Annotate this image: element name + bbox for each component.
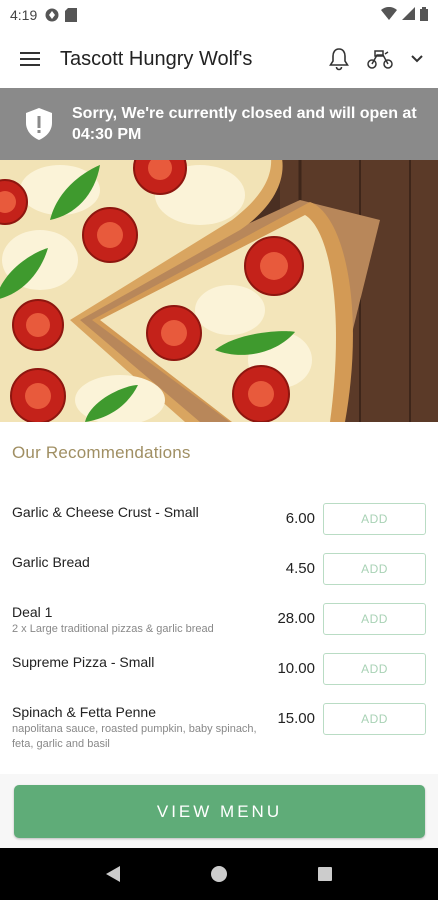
list-item: Spinach & Fetta Penne napolitana sauce, …	[0, 700, 438, 750]
view-menu-button[interactable]: VIEW MENU	[14, 785, 425, 838]
item-price: 15.00	[277, 710, 315, 727]
shield-alert-icon	[24, 107, 54, 141]
add-button[interactable]: ADD	[323, 503, 426, 535]
status-right	[381, 6, 428, 24]
list-item: Garlic & Cheese Crust - Small 6.00 ADD	[0, 500, 438, 550]
store-closed-banner: Sorry, We're currently closed and will o…	[0, 88, 438, 160]
item-name: Spinach & Fetta Penne	[12, 704, 156, 720]
recommendations-list: Garlic & Cheese Crust - Small 6.00 ADD G…	[0, 500, 438, 750]
item-price: 10.00	[277, 660, 315, 677]
item-description: napolitana sauce, roasted pumpkin, baby …	[12, 723, 257, 750]
item-description: 2 x Large traditional pizzas & garlic br…	[12, 623, 214, 635]
item-name: Deal 1	[12, 604, 53, 620]
add-button[interactable]: ADD	[323, 603, 426, 635]
bell-icon[interactable]	[328, 47, 350, 71]
item-name: Garlic Bread	[12, 554, 90, 570]
store-title: Tascott Hungry Wolf's	[60, 47, 253, 70]
item-price: 4.50	[285, 560, 315, 577]
system-nav-bar	[0, 848, 438, 900]
app-bar-actions	[328, 47, 424, 71]
home-icon[interactable]	[199, 854, 239, 894]
item-name: Garlic & Cheese Crust - Small	[12, 504, 199, 520]
item-price: 6.00	[285, 510, 315, 527]
closed-message: Sorry, We're currently closed and will o…	[72, 105, 417, 143]
battery-icon	[420, 6, 428, 24]
add-button[interactable]: ADD	[323, 703, 426, 735]
recommendations-title: Our Recommendations	[12, 443, 191, 462]
status-time: 4:19	[10, 7, 38, 23]
add-button[interactable]: ADD	[323, 553, 426, 585]
list-item: Supreme Pizza - Small 10.00 ADD	[0, 650, 438, 700]
sd-card-icon	[65, 8, 79, 22]
add-button[interactable]: ADD	[323, 653, 426, 685]
list-item: Garlic Bread 4.50 ADD	[0, 550, 438, 600]
item-price: 28.00	[277, 610, 315, 627]
signal-icon	[402, 7, 415, 23]
app-notification-icon	[45, 8, 59, 22]
delivery-scooter-icon[interactable]	[366, 48, 394, 70]
pizza-hero-image	[0, 160, 438, 422]
back-icon[interactable]	[93, 854, 133, 894]
app-bar: Tascott Hungry Wolf's	[0, 30, 438, 88]
item-name: Supreme Pizza - Small	[12, 654, 155, 670]
hamburger-menu-icon[interactable]	[14, 43, 46, 75]
chevron-down-icon[interactable]	[410, 54, 424, 64]
list-item: Deal 1 2 x Large traditional pizzas & ga…	[0, 600, 438, 650]
wifi-icon	[381, 6, 397, 23]
status-bar: 4:19	[0, 0, 438, 30]
recents-icon[interactable]	[305, 854, 345, 894]
